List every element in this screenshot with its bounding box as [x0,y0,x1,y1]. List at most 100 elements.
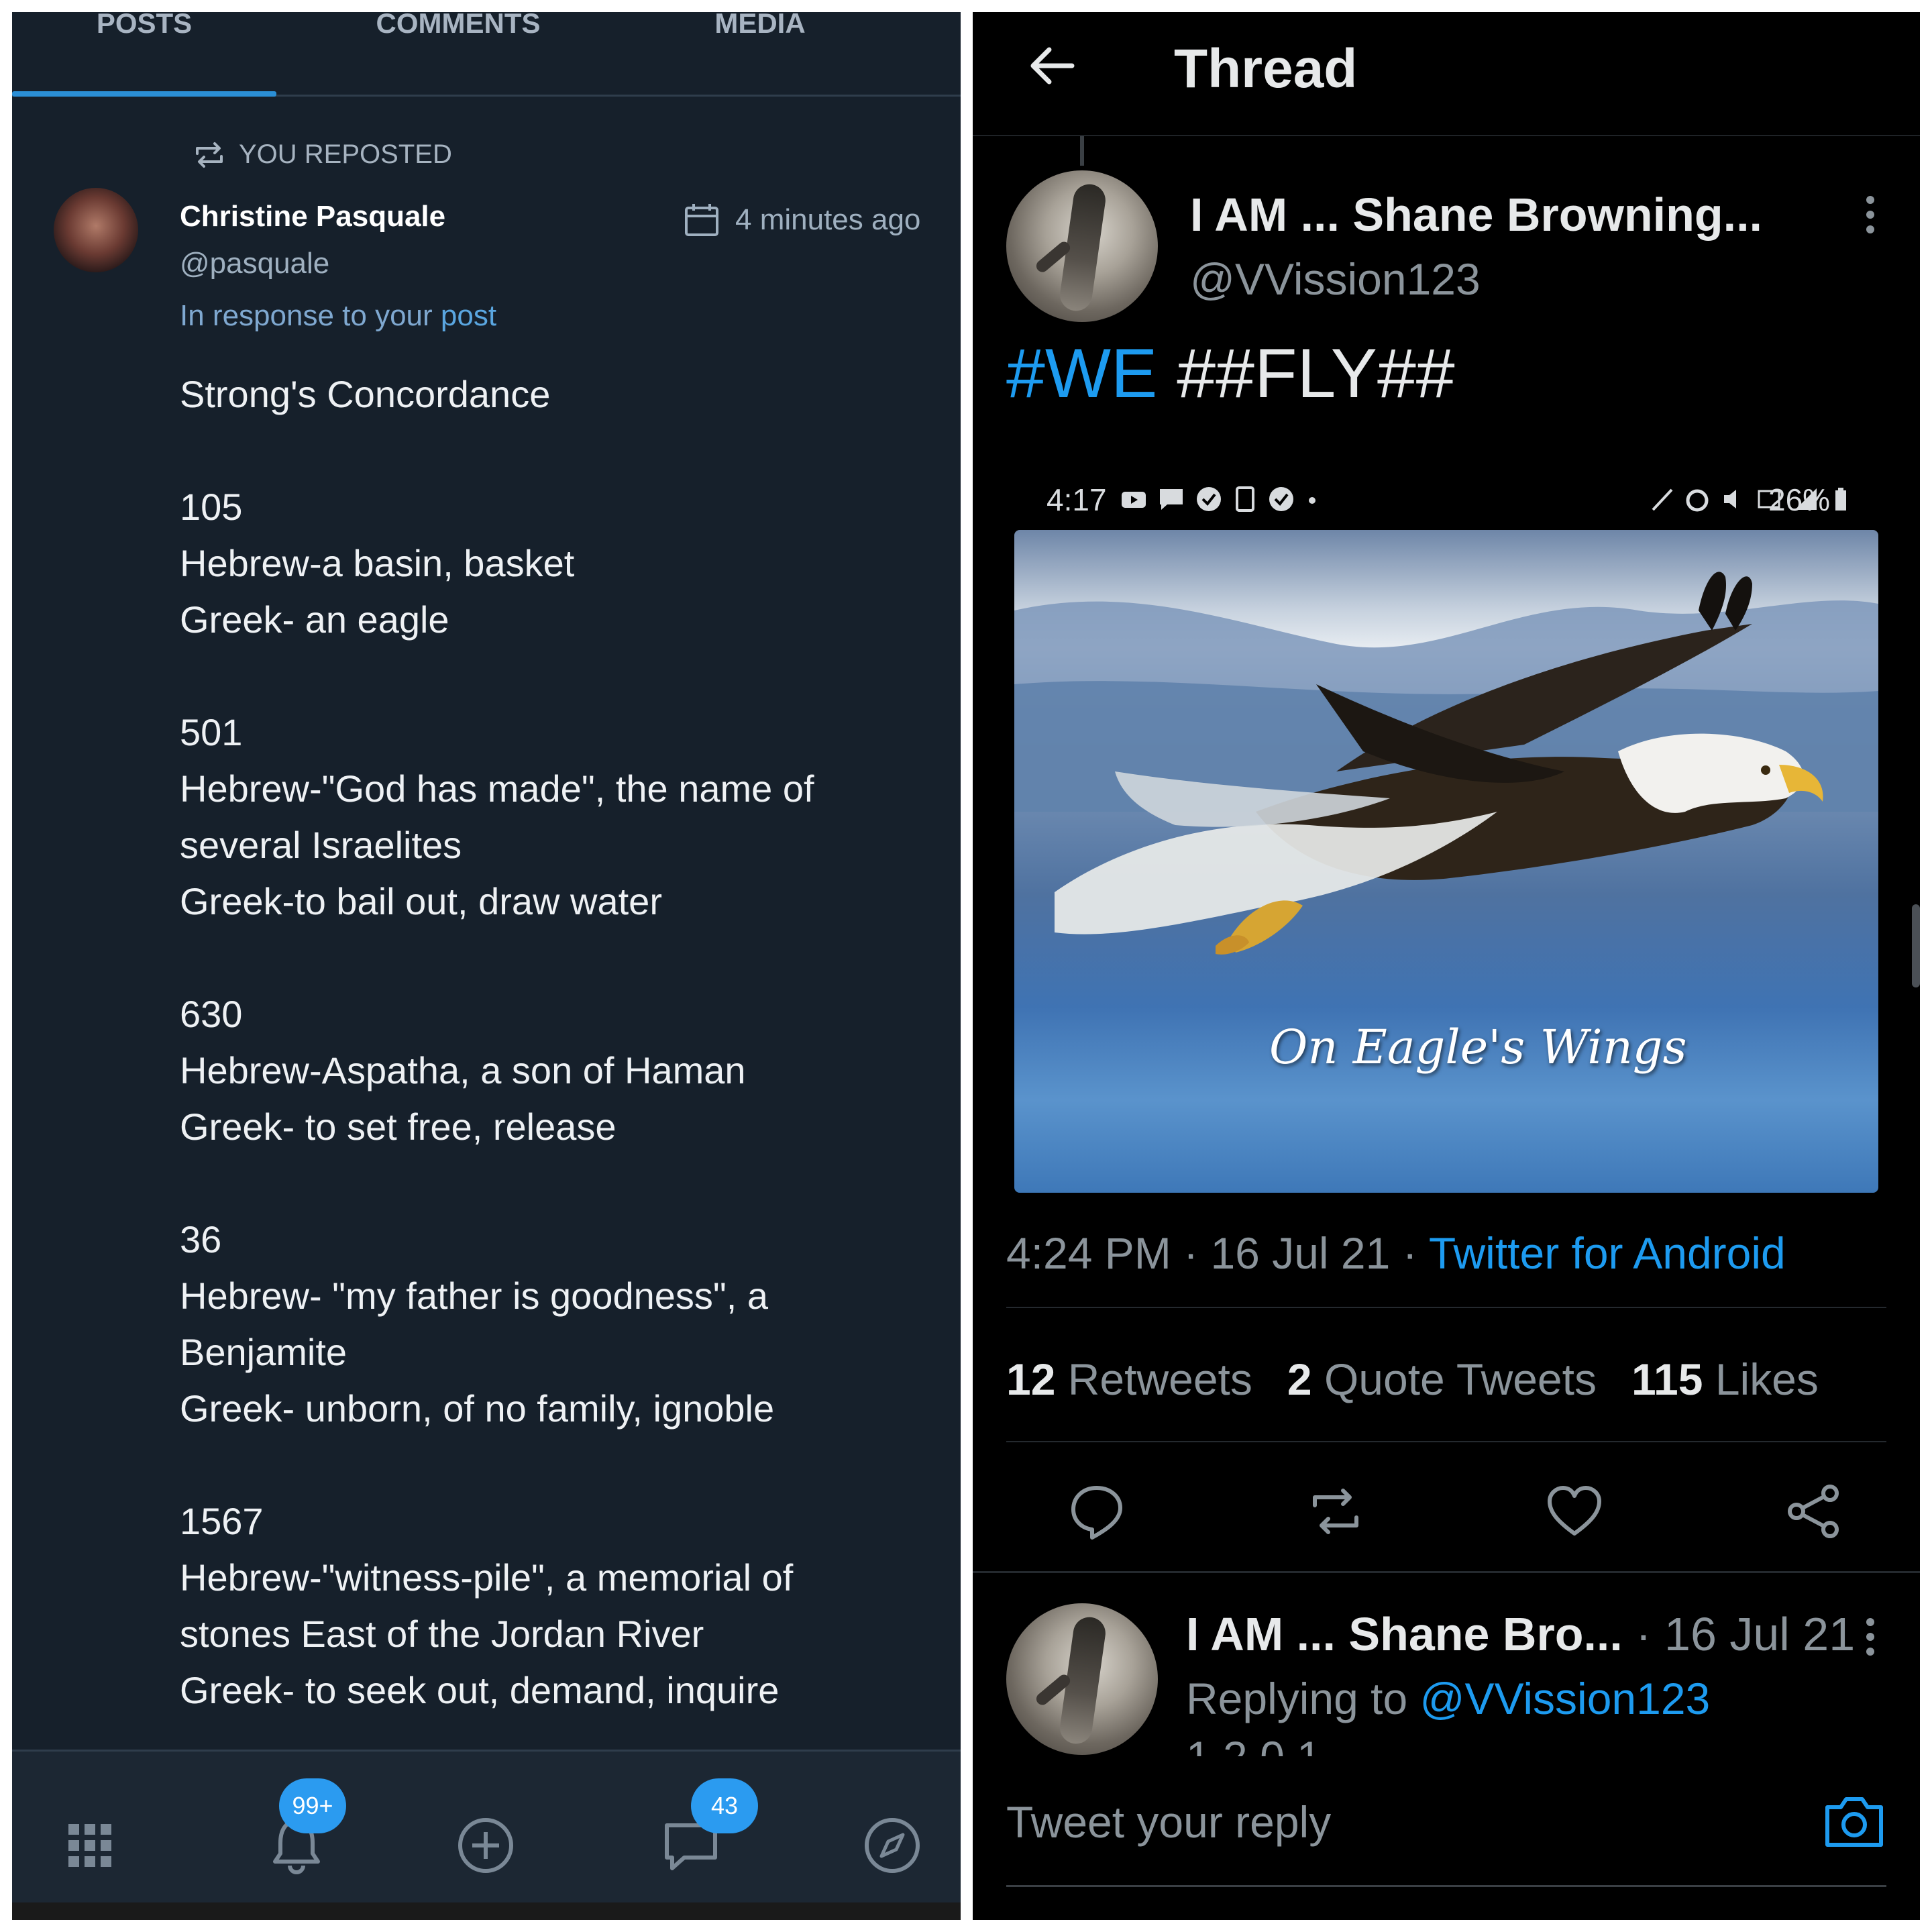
alarm-icon [1686,489,1709,512]
post-body-line: Greek- to set free, release [180,1106,616,1148]
timestamp-text: 4 minutes ago [735,203,921,236]
twitter-thread-panel: Thread I AM ... Shane Browning... @VViss… [973,12,1920,1920]
embedded-status-bar: 4:17 26% [1046,482,1851,522]
tweet-stats: 12 Retweets 2 Quote Tweets 115 Likes [1006,1354,1819,1405]
grid-icon[interactable] [56,1812,123,1879]
likes-stat[interactable]: 115 Likes [1631,1354,1819,1405]
tweet-text: #WE ##FLY## [1006,334,1455,414]
replying-to: Replying to @VVission123 [1186,1673,1710,1724]
post-body-line [180,930,931,986]
quote-tweets-stat[interactable]: 2 Quote Tweets [1287,1354,1597,1405]
post-body-line: 36 [180,1218,222,1260]
back-arrow-icon[interactable] [1025,39,1079,93]
tweet-text-rest: ##FLY## [1157,335,1455,413]
meta-separator: · [1183,1228,1211,1278]
post-body-line: Greek-to bail out, draw water [180,880,662,922]
check-circle-icon [1197,487,1221,511]
post-body-line: Greek- unborn, of no family, ignoble [180,1387,775,1430]
embedded-clock: 4:17 [1046,482,1107,517]
tab-posts-label: POSTS [96,12,193,39]
thread-connector [1080,136,1084,166]
likes-count: 115 [1631,1354,1703,1404]
system-bar [12,1902,961,1920]
post-body-line: Benjamite [180,1331,347,1373]
reply-avatar[interactable] [1006,1603,1158,1755]
bottom-nav: 99+ 43 [12,1750,961,1902]
tweet-meta: 4:24 PM · 16 Jul 21 · Twitter for Androi… [1006,1228,1786,1279]
embedded-status-icons [1120,486,1319,513]
avatar[interactable] [54,188,138,272]
messages-badge: 43 [691,1778,758,1833]
battery-percent: 26% [1768,482,1831,517]
tab-media[interactable]: MEDIA [636,12,884,97]
image-caption: On Eagle's Wings [1269,1020,1687,1075]
tab-comments[interactable]: COMMENTS [314,12,602,97]
tab-comments-label: COMMENTS [376,12,541,39]
compass-icon[interactable] [859,1812,926,1879]
avatar[interactable] [1006,170,1158,322]
dot-icon [1309,497,1316,504]
camera-icon[interactable] [1822,1791,1886,1850]
tweet-image[interactable]: On Eagle's Wings [1014,530,1878,1193]
divider [1006,1307,1886,1308]
replying-prefix: Replying to [1186,1674,1408,1723]
reply-author-name[interactable]: I AM ... Shane Bro... [1186,1608,1623,1660]
youtube-icon [1122,492,1146,508]
reply-date: 16 Jul 21 [1664,1608,1856,1660]
tweet-actions [973,1481,1920,1548]
retweets-count: 12 [1006,1354,1056,1404]
post-timestamp: 4 minutes ago [683,201,920,239]
active-tab-indicator [12,91,276,97]
tab-media-label: MEDIA [714,12,806,39]
tab-posts[interactable]: POSTS [12,12,276,97]
like-icon[interactable] [1544,1481,1605,1542]
tweet-time: 4:24 PM [1006,1228,1171,1278]
post-body-line [180,1437,931,1493]
reply-input[interactable]: Tweet your reply [1006,1796,1331,1847]
replying-handle-link[interactable]: @VVission123 [1420,1674,1711,1723]
quote-tweets-count: 2 [1287,1354,1312,1404]
post-body-line: Hebrew- "my father is goodness", a [180,1275,769,1317]
retweet-icon[interactable] [1305,1481,1366,1542]
reply-composer: Tweet your reply [973,1756,1920,1920]
post-body-line: Hebrew-a basin, basket [180,542,575,584]
meta-separator: · [1402,1228,1429,1278]
message-icon [1160,489,1183,510]
post-body-line: stones East of the Jordan River [180,1613,704,1655]
post-body-line [180,1155,931,1212]
post-body-line: 630 [180,993,243,1035]
more-options-icon[interactable] [1865,1617,1876,1657]
retweets-stat[interactable]: 12 Retweets [1006,1354,1252,1405]
calendar-icon [685,204,718,236]
tweet-date: 16 Jul 21 [1210,1228,1391,1278]
more-options-icon[interactable] [1865,195,1876,235]
plus-circle-icon[interactable] [452,1812,519,1879]
notifications-badge: 99+ [279,1778,346,1833]
reply-text-peek: 1 2 0 1 [1186,1735,1322,1758]
hashtag-link[interactable]: #WE [1006,335,1157,413]
tweet-source-link[interactable]: Twitter for Android [1429,1228,1786,1278]
mute-icon [1724,490,1736,508]
reply-input-underline [1006,1885,1886,1887]
author-name[interactable]: Christine Pasquale [180,200,445,233]
divider [1006,1441,1886,1442]
repost-indicator: YOU REPOSTED [192,140,452,170]
battery-icon [1835,488,1847,511]
reply-header: I AM ... Shane Bro... · 16 Jul 21 [1186,1607,1855,1661]
divider [973,1571,1920,1573]
in-response-link[interactable]: post [441,299,496,332]
repost-label: YOU REPOSTED [239,140,452,169]
tweet-author-handle[interactable]: @VVission123 [1190,254,1481,305]
reply-date-separator: · [1635,1608,1665,1660]
scrollbar[interactable] [1912,904,1920,987]
share-icon[interactable] [1783,1481,1843,1542]
author-handle[interactable]: @pasquale [180,247,329,280]
forum-app-panel: POSTS COMMENTS MEDIA YOU REPOSTED Christ… [12,12,961,1920]
tweet-author-name[interactable]: I AM ... Shane Browning... [1190,188,1762,241]
post-body-line: 1567 [180,1500,264,1542]
check-circle-icon [1269,487,1293,511]
post-body-line: 501 [180,711,243,753]
profile-tabs: POSTS COMMENTS MEDIA [12,12,961,97]
reply-icon[interactable] [1067,1481,1127,1542]
likes-label: Likes [1715,1354,1819,1404]
